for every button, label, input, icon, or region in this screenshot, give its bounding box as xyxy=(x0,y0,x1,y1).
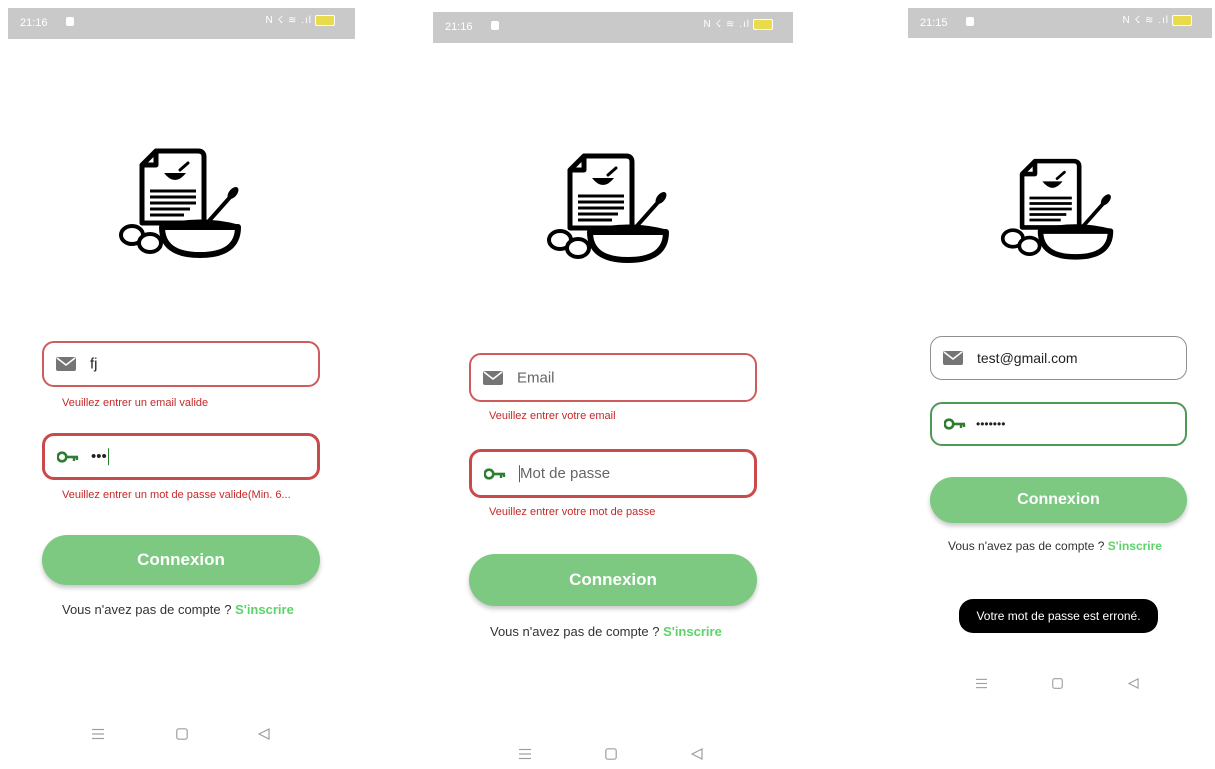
connexion-button[interactable]: Connexion xyxy=(42,535,320,585)
connexion-button[interactable]: Connexion xyxy=(930,477,1187,523)
status-bar: 21:16 N ☇ ≋ .ıl xyxy=(8,8,355,39)
key-icon xyxy=(57,450,79,463)
phone-screen-empty-input: 21:16 N ☇ ≋ .ıl Email Veuillez entrer vo… xyxy=(433,12,793,768)
notification-icon xyxy=(491,21,499,30)
back-triangle-icon[interactable] xyxy=(1128,678,1139,689)
signup-question: Vous n'avez pas de compte ? xyxy=(62,602,232,617)
status-icons: N ☇ ≋ .ıl xyxy=(265,15,312,27)
home-square-icon[interactable] xyxy=(1052,678,1063,689)
phone-screen-wrong-password: 21:15 N ☇ ≋ .ıl test@gmail.com ••••••• C… xyxy=(908,8,1212,698)
battery-icon xyxy=(1172,15,1192,26)
signup-prompt: Vous n'avez pas de compte ? S'inscrire xyxy=(948,539,1162,553)
connexion-button[interactable]: Connexion xyxy=(469,554,757,606)
password-input-value[interactable]: ••• xyxy=(91,448,109,466)
email-field[interactable]: fj xyxy=(42,341,320,387)
password-error-text: Veuillez entrer votre mot de passe xyxy=(489,506,656,518)
status-icons: N ☇ ≋ .ıl xyxy=(1122,15,1169,27)
signup-question: Vous n'avez pas de compte ? xyxy=(490,624,660,639)
home-square-icon[interactable] xyxy=(605,748,617,760)
password-placeholder-text: Mot de passe xyxy=(520,464,611,482)
mail-icon xyxy=(483,370,503,385)
recipe-bowl-logo xyxy=(118,145,244,261)
status-bar: 21:16 N ☇ ≋ .ıl xyxy=(433,12,793,43)
menu-icon[interactable] xyxy=(92,728,104,740)
email-error-text: Veuillez entrer un email valide xyxy=(62,397,209,409)
signup-link[interactable]: S'inscrire xyxy=(1108,539,1162,553)
password-field[interactable]: ••••••• xyxy=(930,402,1187,446)
password-placeholder[interactable]: Mot de passe xyxy=(518,465,610,483)
battery-icon xyxy=(753,19,773,30)
status-indicators: N ☇ ≋ .ıl xyxy=(1123,15,1192,26)
signup-question: Vous n'avez pas de compte ? xyxy=(948,539,1105,553)
error-toast: Votre mot de passe est erroné. xyxy=(959,599,1158,633)
back-triangle-icon[interactable] xyxy=(691,748,703,760)
notification-icon xyxy=(966,17,974,26)
key-icon xyxy=(484,467,506,480)
signup-prompt: Vous n'avez pas de compte ? S'inscrire xyxy=(62,602,294,617)
password-error-text: Veuillez entrer un mot de passe valide(M… xyxy=(62,489,291,501)
home-square-icon[interactable] xyxy=(176,728,188,740)
status-indicators: N ☇ ≋ .ıl xyxy=(266,15,335,26)
signup-prompt: Vous n'avez pas de compte ? S'inscrire xyxy=(490,624,722,639)
navigation-bar xyxy=(433,742,793,766)
email-input-value[interactable]: fj xyxy=(90,356,98,373)
recipe-bowl-logo xyxy=(546,150,672,266)
status-time: 21:16 xyxy=(20,17,48,29)
email-input-value[interactable]: test@gmail.com xyxy=(977,350,1078,366)
status-time: 21:16 xyxy=(445,21,473,33)
status-time: 21:15 xyxy=(920,17,948,29)
password-field[interactable]: ••• xyxy=(42,433,320,480)
status-icons: N ☇ ≋ .ıl xyxy=(703,19,750,31)
menu-icon[interactable] xyxy=(976,678,987,689)
battery-icon xyxy=(315,15,335,26)
signup-link[interactable]: S'inscrire xyxy=(663,624,722,639)
recipe-bowl-logo xyxy=(1000,155,1116,263)
phone-screen-invalid-input: 21:16 N ☇ ≋ .ıl fj Veuillez entrer un em… xyxy=(8,8,355,764)
status-indicators: N ☇ ≋ .ıl xyxy=(704,19,773,30)
navigation-bar xyxy=(8,720,355,750)
key-icon xyxy=(944,418,966,430)
text-caret xyxy=(107,448,109,466)
menu-icon[interactable] xyxy=(519,748,531,760)
mail-icon xyxy=(943,351,963,365)
navigation-bar xyxy=(908,674,1212,694)
email-field[interactable]: Email xyxy=(469,353,757,402)
mail-icon xyxy=(56,357,76,371)
email-error-text: Veuillez entrer votre email xyxy=(489,410,616,422)
status-bar: 21:15 N ☇ ≋ .ıl xyxy=(908,8,1212,38)
notification-icon xyxy=(66,17,74,26)
email-placeholder[interactable]: Email xyxy=(517,369,555,386)
signup-link[interactable]: S'inscrire xyxy=(235,602,294,617)
password-dots[interactable]: ••••••• xyxy=(976,417,1005,431)
back-triangle-icon[interactable] xyxy=(258,728,270,740)
password-field[interactable]: Mot de passe xyxy=(469,449,757,498)
password-dots: ••• xyxy=(91,447,107,465)
email-field[interactable]: test@gmail.com xyxy=(930,336,1187,380)
